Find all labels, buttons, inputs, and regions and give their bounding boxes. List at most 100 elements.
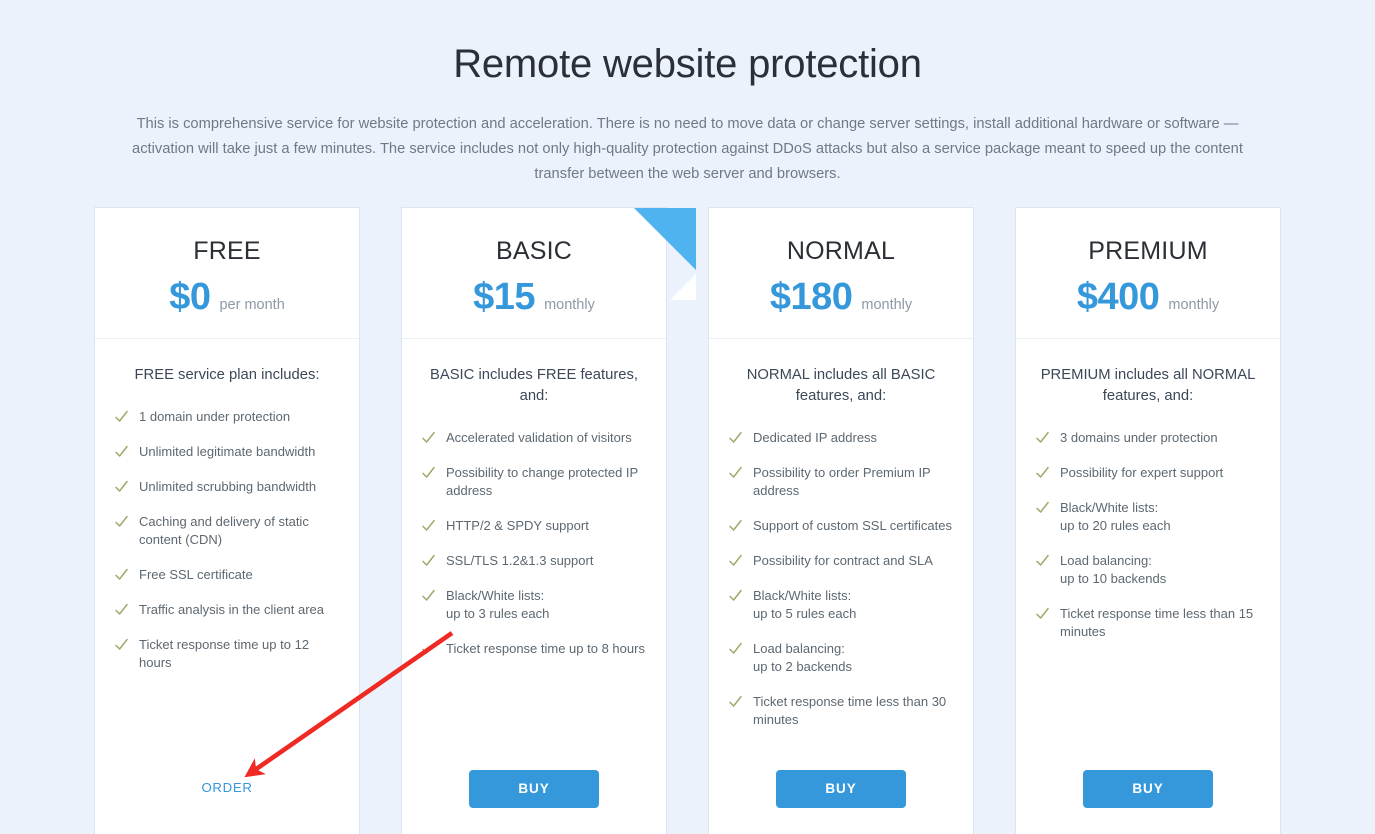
feature-label: 3 domains under protection bbox=[1060, 429, 1218, 445]
feature-text: Accelerated validation of visitors bbox=[446, 429, 646, 447]
feature-text: Unlimited legitimate bandwidth bbox=[139, 443, 339, 461]
feature-item: Ticket response time less than 30 minute… bbox=[729, 693, 953, 729]
feature-text: Ticket response time less than 15 minute… bbox=[1060, 605, 1260, 641]
check-icon bbox=[422, 429, 435, 447]
pricing-card-free: FREE $0 per month FREE service plan include… bbox=[95, 208, 359, 834]
card-footer: BUY bbox=[1016, 756, 1280, 834]
feature-label: Ticket response time less than 15 minute… bbox=[1060, 605, 1254, 639]
check-icon bbox=[729, 552, 742, 570]
check-icon bbox=[115, 443, 128, 461]
page-title: Remote website protection bbox=[453, 42, 922, 86]
feature-label: Traffic analysis in the client area bbox=[139, 601, 324, 617]
feature-label: 1 domain under protection bbox=[139, 408, 291, 424]
plan-period: monthly bbox=[544, 296, 595, 313]
feature-item: Black/White lists: up to 20 rules each bbox=[1036, 499, 1260, 535]
check-icon bbox=[115, 636, 128, 654]
feature-item: 1 domain under protection bbox=[115, 408, 339, 426]
check-icon bbox=[115, 408, 128, 426]
feature-sublabel: up to 10 backends bbox=[1060, 570, 1167, 586]
feature-text: Caching and delivery of static content (… bbox=[139, 513, 339, 549]
feature-list: 3 domains under protection Possibility fo… bbox=[1036, 429, 1260, 658]
plan-period: monthly bbox=[861, 296, 913, 313]
price-row: $15 monthly bbox=[414, 278, 654, 316]
feature-item: Possibility for expert support bbox=[1036, 464, 1260, 482]
feature-text: Load balancing: up to 2 backends bbox=[753, 640, 953, 676]
check-icon bbox=[729, 587, 742, 605]
card-header: FREE $0 per month bbox=[95, 208, 359, 339]
card-body: PREMIUM includes all NORMAL features, an… bbox=[1016, 339, 1280, 757]
feature-sublabel: up to 2 backends bbox=[753, 658, 853, 674]
feature-sublabel: up to 3 rules each bbox=[446, 605, 550, 621]
feature-label: Possibility for expert support bbox=[1060, 464, 1224, 480]
plan-name: PREMIUM bbox=[1088, 237, 1208, 265]
plan-period: monthly bbox=[1168, 296, 1220, 313]
check-icon bbox=[729, 640, 742, 658]
feature-text: 3 domains under protection bbox=[1060, 429, 1260, 447]
check-icon bbox=[422, 517, 435, 535]
feature-sublabel: up to 20 rules each bbox=[1060, 517, 1171, 533]
feature-item: HTTP/2 & SPDY support bbox=[422, 517, 646, 535]
buy-button[interactable]: BUY bbox=[469, 770, 599, 808]
feature-text: Dedicated IP address bbox=[753, 429, 953, 447]
check-icon bbox=[115, 513, 128, 531]
buy-button[interactable]: BUY bbox=[776, 770, 906, 808]
price-row: $0 per month bbox=[107, 278, 347, 316]
feature-label: Dedicated IP address bbox=[753, 429, 878, 445]
feature-text: Ticket response time less than 30 minute… bbox=[753, 693, 953, 729]
feature-item: Unlimited legitimate bandwidth bbox=[115, 443, 339, 461]
feature-item: Ticket response time up to 12 hours bbox=[115, 636, 339, 672]
card-header: BASIC $15 monthly bbox=[402, 208, 666, 339]
check-icon bbox=[1036, 429, 1049, 447]
card-body: NORMAL includes all BASIC features, and:… bbox=[709, 339, 973, 757]
feature-text: Load balancing: up to 10 backends bbox=[1060, 552, 1260, 588]
feature-text: Ticket response time up to 12 hours bbox=[139, 636, 339, 672]
feature-text: Possibility for expert support bbox=[1060, 464, 1260, 482]
card-body: FREE service plan includes: 1 domain unde… bbox=[95, 339, 359, 755]
card-body: BASIC includes FREE features, and: Accele… bbox=[402, 339, 666, 757]
plan-name: FREE bbox=[193, 237, 261, 265]
check-icon bbox=[729, 693, 742, 711]
card-header: NORMAL $180 monthly bbox=[709, 208, 973, 339]
feature-item: Black/White lists: up to 3 rules each bbox=[422, 587, 646, 623]
feature-text: Black/White lists: up to 20 rules each bbox=[1060, 499, 1260, 535]
feature-text: Unlimited scrubbing bandwidth bbox=[139, 478, 339, 496]
plan-price: $180 bbox=[769, 275, 853, 318]
feature-item: Traffic analysis in the client area bbox=[115, 601, 339, 619]
feature-item: Load balancing: up to 2 backends bbox=[729, 640, 953, 676]
buy-button[interactable]: BUY bbox=[1083, 770, 1213, 808]
plan-includes-heading: PREMIUM includes all NORMAL features, an… bbox=[1040, 366, 1256, 404]
feature-item: Unlimited scrubbing bandwidth bbox=[115, 478, 339, 496]
feature-text: Ticket response time up to 8 hours bbox=[446, 640, 646, 658]
feature-label: Unlimited legitimate bandwidth bbox=[139, 443, 316, 459]
check-icon bbox=[115, 566, 128, 584]
plan-name: NORMAL bbox=[786, 237, 896, 265]
check-icon bbox=[422, 587, 435, 605]
pricing-cards-row: FREE $0 per month FREE service plan include… bbox=[95, 208, 1280, 834]
feature-label: Free SSL certificate bbox=[139, 566, 253, 582]
feature-list: Dedicated IP address Possibility to order… bbox=[729, 429, 953, 746]
feature-label: SSL/TLS 1.2&1.3 support bbox=[446, 552, 594, 568]
card-footer: ORDER bbox=[95, 754, 359, 834]
plan-price: $0 bbox=[169, 275, 211, 318]
feature-label: Possibility to change protected IP addre… bbox=[446, 464, 638, 498]
feature-item: Black/White lists: up to 5 rules each bbox=[729, 587, 953, 623]
order-link[interactable]: ORDER bbox=[195, 768, 258, 808]
feature-label: Ticket response time up to 12 hours bbox=[139, 636, 310, 670]
plan-includes-heading: FREE service plan includes: bbox=[134, 366, 320, 383]
feature-label: Load balancing: bbox=[753, 640, 845, 656]
feature-label: Unlimited scrubbing bandwidth bbox=[139, 478, 317, 494]
feature-text: Possibility for contract and SLA bbox=[753, 552, 953, 570]
feature-item: Ticket response time up to 8 hours bbox=[422, 640, 646, 658]
feature-item: Accelerated validation of visitors bbox=[422, 429, 646, 447]
feature-label: Ticket response time up to 8 hours bbox=[446, 640, 645, 656]
check-icon bbox=[115, 601, 128, 619]
feature-text: 1 domain under protection bbox=[139, 408, 339, 426]
plan-name: BASIC bbox=[495, 237, 573, 265]
pricing-card-basic: BASIC $15 monthly BASIC includes FREE featu… bbox=[402, 208, 696, 834]
feature-text: SSL/TLS 1.2&1.3 support bbox=[446, 552, 646, 570]
feature-item: Support of custom SSL certificates bbox=[729, 517, 953, 535]
check-icon bbox=[1036, 605, 1049, 623]
pricing-card-premium: PREMIUM $400 monthly PREMIUM includes all N… bbox=[1016, 208, 1280, 834]
pricing-card-normal: NORMAL $180 monthly NORMAL includes all BAS… bbox=[709, 208, 973, 834]
feature-item: Free SSL certificate bbox=[115, 566, 339, 584]
